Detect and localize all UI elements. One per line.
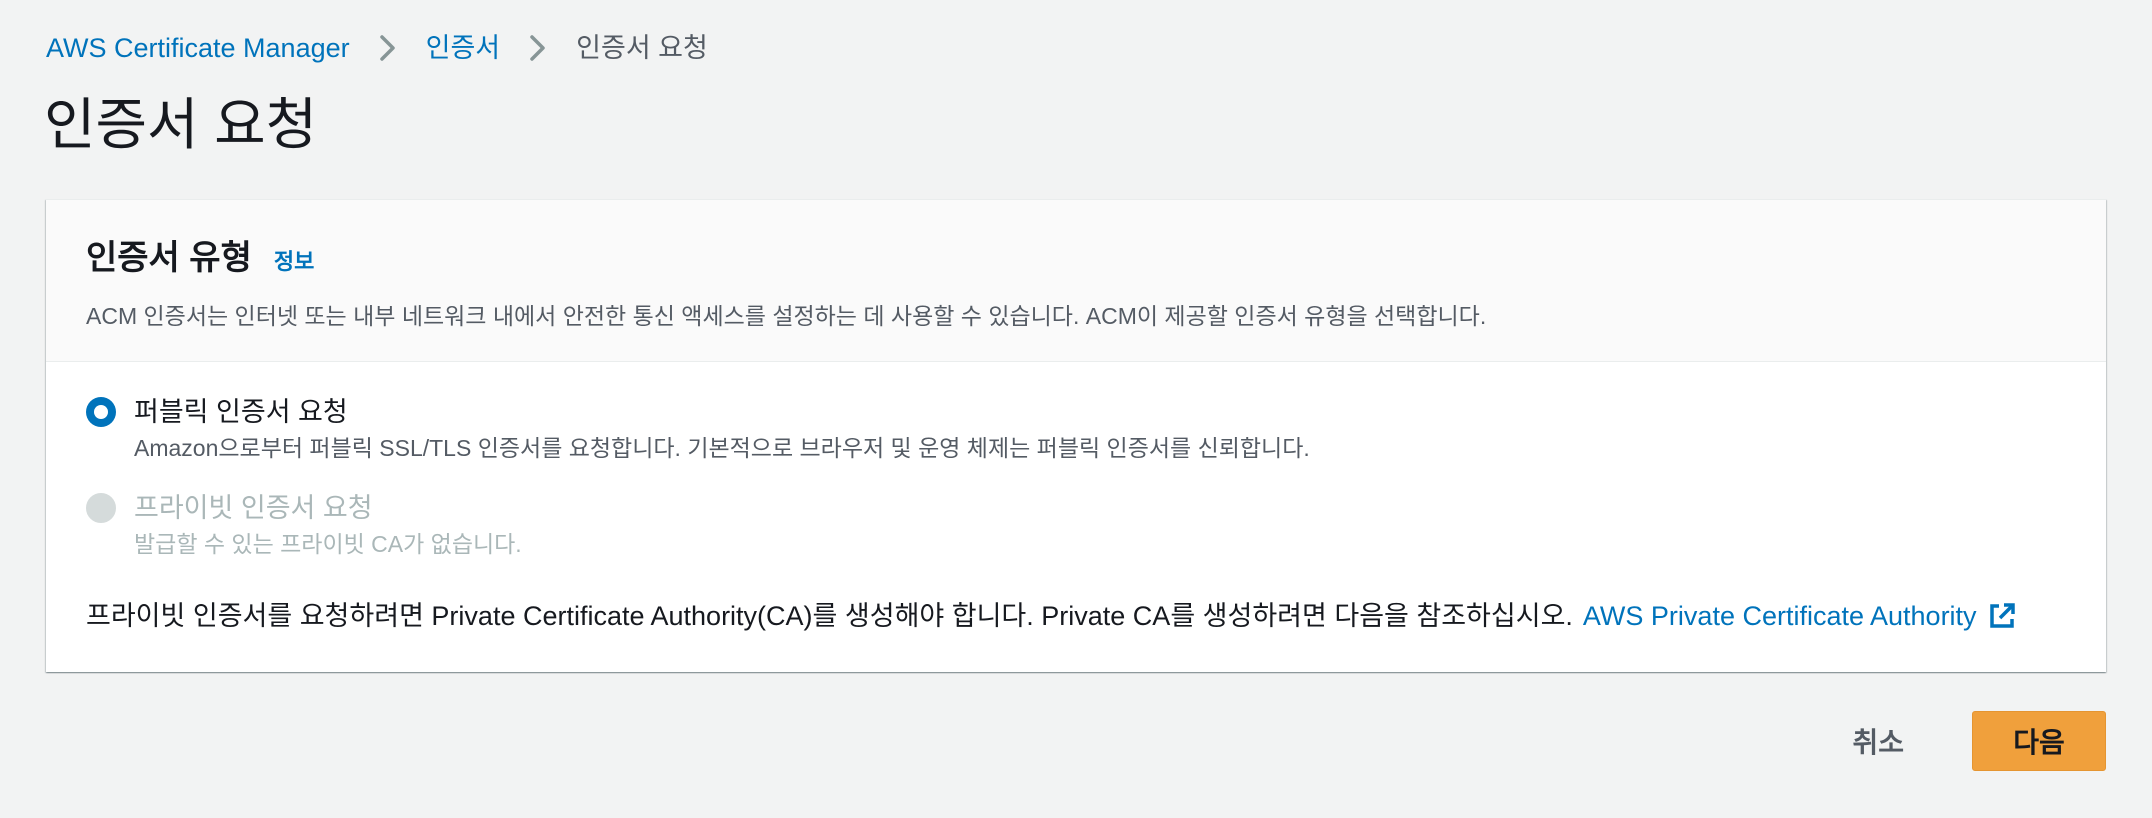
breadcrumb-certificates-link[interactable]: 인증서 <box>426 28 501 68</box>
public-certificate-radio[interactable] <box>86 397 116 427</box>
next-button[interactable]: 다음 <box>1972 711 2106 771</box>
card-body: 퍼블릭 인증서 요청 Amazon으로부터 퍼블릭 SSL/TLS 인증서를 요… <box>46 362 2106 636</box>
certificate-type-card: 인증서 유형 정보 ACM 인증서는 인터넷 또는 내부 네트워크 내에서 안전… <box>46 199 2106 672</box>
option-private-certificate: 프라이빗 인증서 요청 발급할 수 있는 프라이빗 CA가 없습니다. <box>86 488 2066 560</box>
info-link[interactable]: 정보 <box>274 244 314 276</box>
private-certificate-label: 프라이빗 인증서 요청 <box>134 493 373 523</box>
card-header: 인증서 유형 정보 ACM 인증서는 인터넷 또는 내부 네트워크 내에서 안전… <box>46 200 2106 362</box>
page-title: 인증서 요청 <box>44 93 318 156</box>
chevron-right-icon <box>520 28 556 68</box>
aws-private-ca-link[interactable]: AWS Private Certificate Authority <box>1583 596 2017 636</box>
private-certificate-description: 발급할 수 있는 프라이빗 CA가 없습니다. <box>134 531 522 557</box>
cancel-button[interactable]: 취소 <box>1814 711 1942 771</box>
card-description: ACM 인증서는 인터넷 또는 내부 네트워크 내에서 안전한 통신 액세스를 … <box>86 303 1487 329</box>
card-title: 인증서 유형 <box>86 239 252 277</box>
chevron-right-icon <box>370 28 406 68</box>
public-certificate-description: Amazon으로부터 퍼블릭 SSL/TLS 인증서를 요청합니다. 기본적으로… <box>134 435 1310 461</box>
option-public-certificate[interactable]: 퍼블릭 인증서 요청 Amazon으로부터 퍼블릭 SSL/TLS 인증서를 요… <box>86 392 2066 464</box>
breadcrumb: AWS Certificate Manager 인증서 인증서 요청 <box>46 28 708 68</box>
form-actions: 취소 다음 <box>1814 711 2106 771</box>
external-link-icon <box>1987 601 2017 631</box>
private-certificate-text: 프라이빗 인증서 요청 발급할 수 있는 프라이빗 CA가 없습니다. <box>134 488 522 560</box>
public-certificate-text: 퍼블릭 인증서 요청 Amazon으로부터 퍼블릭 SSL/TLS 인증서를 요… <box>134 392 1310 464</box>
breadcrumb-current: 인증서 요청 <box>576 33 708 63</box>
aws-private-ca-link-label: AWS Private Certificate Authority <box>1582 601 1977 631</box>
public-certificate-label: 퍼블릭 인증서 요청 <box>134 397 348 427</box>
breadcrumb-acm-link[interactable]: AWS Certificate Manager <box>46 28 350 68</box>
page: AWS Certificate Manager 인증서 인증서 요청 인증서 요… <box>0 0 2152 818</box>
card-title-row: 인증서 유형 정보 <box>86 236 2066 280</box>
private-ca-note-text: 프라이빗 인증서를 요청하려면 Private Certificate Auth… <box>86 601 1573 631</box>
private-ca-note: 프라이빗 인증서를 요청하려면 Private Certificate Auth… <box>86 596 2066 636</box>
private-certificate-radio <box>86 493 116 523</box>
